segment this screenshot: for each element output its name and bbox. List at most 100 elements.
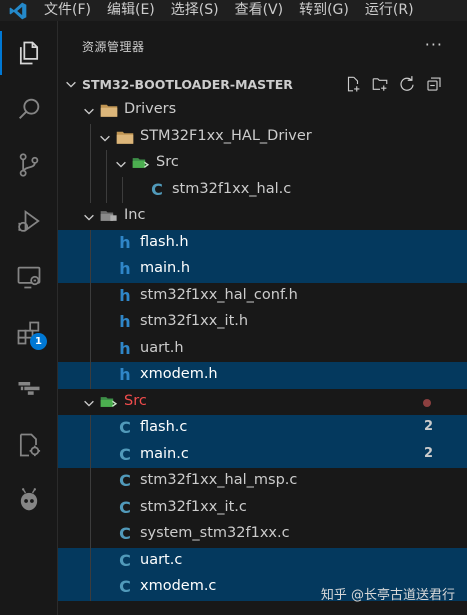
folder-row[interactable]: Src <box>58 150 467 177</box>
indent-guide <box>90 282 91 309</box>
chevron-down-icon[interactable] <box>82 396 96 414</box>
file-row[interactable]: Cstm32f1xx_hal_msp.c <box>58 468 467 495</box>
activity-bar: 1 <box>0 21 58 615</box>
chevron-down-icon[interactable] <box>98 131 112 149</box>
indent-guide <box>90 176 91 203</box>
menu-item[interactable]: 文件(F) <box>36 0 99 21</box>
header-file-icon: h <box>119 259 131 278</box>
tree-item-label: Src <box>124 392 147 409</box>
menu-item[interactable]: 编辑(E) <box>99 0 163 21</box>
file-row[interactable]: h stm32f1xx_it.h <box>58 309 467 336</box>
source-control-icon[interactable] <box>0 137 58 193</box>
indent-guide <box>90 309 91 336</box>
tree-item-label: stm32f1xx_it.h <box>140 313 249 329</box>
menu-bar: 文件(F) 编辑(E) 选择(S) 查看(V) 转到(G) 运行(R) <box>36 0 422 21</box>
folder-row[interactable]: Src <box>58 389 467 416</box>
chevron-down-icon[interactable] <box>82 104 96 122</box>
menu-item[interactable]: 查看(V) <box>227 0 292 21</box>
extensions-icon[interactable]: 1 <box>0 305 58 361</box>
file-row[interactable]: Csystem_stm32f1xx.c <box>58 521 467 548</box>
sidebar-header: 资源管理器 ··· <box>58 21 467 71</box>
tree-item-label: stm32f1xx_hal_conf.h <box>140 286 298 303</box>
menu-item[interactable]: 转到(G) <box>291 0 357 21</box>
indent-guide <box>90 415 91 442</box>
problem-count-badge: 2 <box>423 419 433 434</box>
refresh-icon[interactable] <box>398 75 416 97</box>
header-file-icon: h <box>119 365 131 384</box>
menu-item[interactable]: 运行(R) <box>357 0 422 21</box>
tree-item-label: xmodem.h <box>140 366 218 382</box>
indent-guide <box>90 256 91 283</box>
indent-guide <box>90 335 91 362</box>
file-row[interactable]: Cflash.c 2 <box>58 415 467 442</box>
new-folder-icon[interactable] <box>371 75 389 97</box>
c-file-icon: C <box>151 179 163 199</box>
tree-item-label: Src <box>156 154 179 170</box>
indent-guide <box>106 150 107 177</box>
c-file-icon: C <box>119 418 131 437</box>
platformio-icon[interactable] <box>0 473 58 529</box>
tree-item-label: Drivers <box>124 101 177 117</box>
indent-guide <box>90 362 91 389</box>
workspace-title: STM32-BOOTLOADER-MASTER <box>82 76 293 92</box>
chevron-down-icon[interactable] <box>114 157 128 175</box>
vscode-logo-icon <box>0 0 36 21</box>
src-folder-icon <box>132 154 150 172</box>
indent-guide <box>90 468 91 495</box>
header-file-icon: h <box>119 338 131 358</box>
file-row[interactable]: Cstm32f1xx_hal.c <box>58 176 467 203</box>
tree-item-label: xmodem.c <box>140 578 217 594</box>
header-file-icon: h <box>119 232 131 252</box>
file-row[interactable]: Cmain.c 2 <box>58 441 467 468</box>
tree-item-label: flash.c <box>140 419 188 435</box>
indent-guide <box>90 494 91 521</box>
file-row[interactable]: h xmodem.h <box>58 362 467 389</box>
indent-guide <box>90 574 91 601</box>
indent-guide <box>90 229 91 256</box>
tree-item-label: uart.c <box>140 551 183 568</box>
c-file-icon: C <box>119 524 131 543</box>
tree-item-label: stm32f1xx_hal_msp.c <box>140 472 298 488</box>
cmake-icon[interactable] <box>0 361 58 417</box>
new-file-icon[interactable] <box>344 75 362 97</box>
folder-row[interactable]: Inc <box>58 203 467 230</box>
file-row[interactable]: h uart.h <box>58 335 467 362</box>
explorer-sidebar: 资源管理器 ··· STM32-BOOTLOADER-MASTER Driver… <box>58 21 467 615</box>
file-row[interactable]: h flash.h <box>58 229 467 256</box>
c-file-icon: C <box>119 550 131 570</box>
watermark-text: 知乎 @长亭古道送君行 <box>320 588 455 603</box>
sidebar-title: 资源管理器 <box>82 39 145 54</box>
run-debug-icon[interactable] <box>0 193 58 249</box>
tree-item-label: main.c <box>140 445 189 462</box>
indent-guide <box>106 176 107 203</box>
file-row[interactable]: h stm32f1xx_hal_conf.h <box>58 282 467 309</box>
explorer-icon[interactable] <box>0 25 58 81</box>
folder-row[interactable]: Drivers <box>58 97 467 124</box>
folder-icon <box>116 128 134 146</box>
c-file-icon: C <box>119 471 131 490</box>
tree-item-label: system_stm32f1xx.c <box>140 525 290 541</box>
chevron-down-icon[interactable] <box>82 210 96 228</box>
problem-count-badge: 2 <box>423 445 433 461</box>
collapse-all-icon[interactable] <box>425 75 443 97</box>
tree-item-label: stm32f1xx_it.c <box>140 498 247 515</box>
remote-settings-icon[interactable] <box>0 417 58 473</box>
remote-explorer-icon[interactable] <box>0 249 58 305</box>
indent-guide <box>90 521 91 548</box>
header-file-icon: h <box>119 285 131 305</box>
more-actions-icon[interactable]: ··· <box>425 35 443 54</box>
folder-row[interactable]: STM32F1xx_HAL_Driver <box>58 123 467 150</box>
file-row[interactable]: h main.h <box>58 256 467 283</box>
file-row[interactable]: Cstm32f1xx_it.c <box>58 494 467 521</box>
include-folder-icon <box>100 207 118 225</box>
src-folder-icon <box>100 393 118 411</box>
header-file-icon: h <box>119 312 131 331</box>
tree-item-label: uart.h <box>140 339 184 356</box>
indent-guide <box>90 441 91 468</box>
file-tree: Drivers STM32F1xx_HAL_Driver Src Cstm32f1xx… <box>58 97 467 601</box>
search-icon[interactable] <box>0 81 58 137</box>
workspace-section-header[interactable]: STM32-BOOTLOADER-MASTER <box>58 71 467 97</box>
file-row[interactable]: Cuart.c <box>58 547 467 574</box>
tree-item-label: flash.h <box>140 233 189 250</box>
menu-item[interactable]: 选择(S) <box>163 0 227 21</box>
